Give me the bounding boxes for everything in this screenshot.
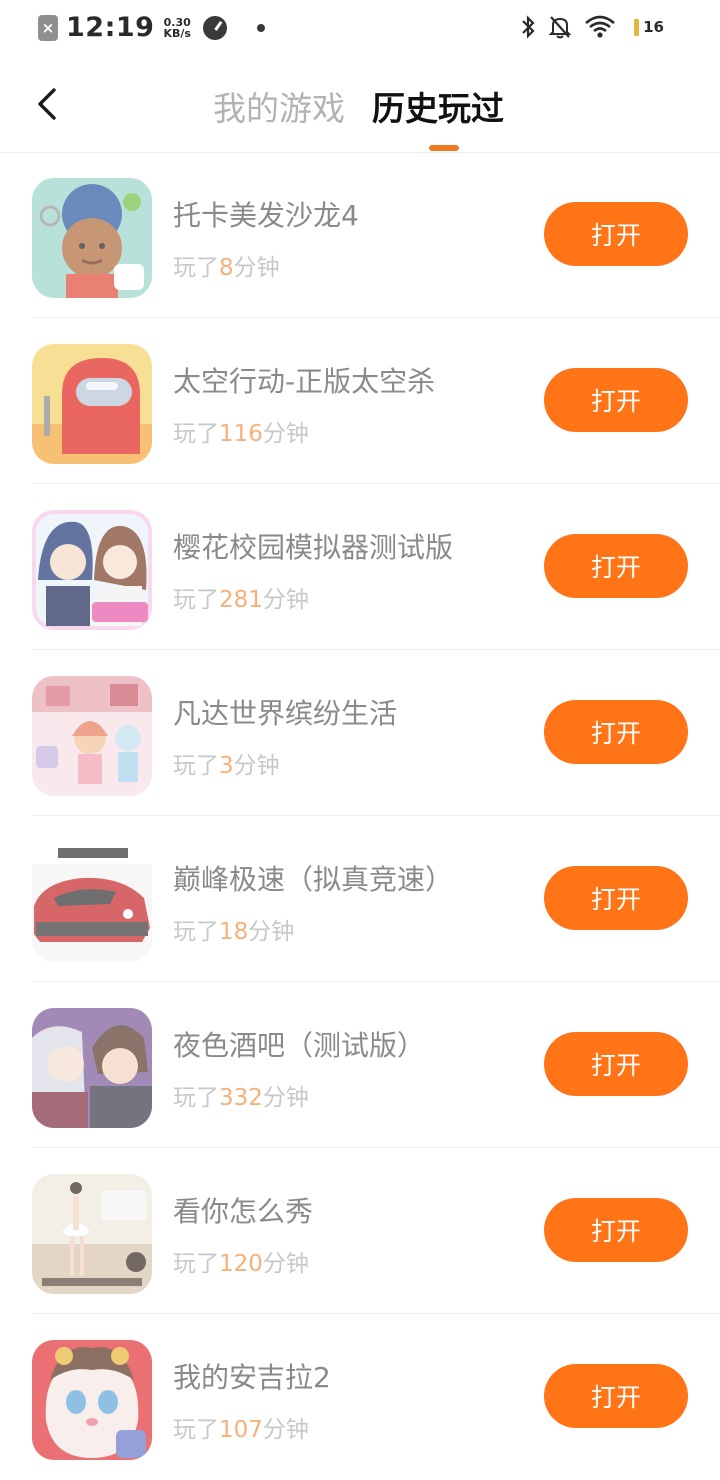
play-time-prefix: 玩了 bbox=[173, 1251, 219, 1277]
open-button[interactable]: 打开 bbox=[544, 368, 688, 432]
game-name: 樱花校园模拟器测试版 bbox=[173, 531, 454, 564]
tab-my-games[interactable]: 我的游戏 bbox=[213, 82, 345, 130]
play-time-prefix: 玩了 bbox=[173, 587, 219, 613]
play-time-prefix: 玩了 bbox=[173, 255, 219, 281]
bluetooth-icon bbox=[522, 15, 535, 39]
play-time-suffix: 分钟 bbox=[248, 919, 295, 945]
play-time: 玩了281分钟 bbox=[173, 580, 309, 614]
game-row-night-bar[interactable]: 夜色酒吧（测试版） 玩了332分钟 打开 bbox=[0, 982, 720, 1148]
game-name: 托卡美发沙龙4 bbox=[173, 199, 359, 232]
tab-history-played[interactable]: 历史玩过 bbox=[372, 82, 504, 130]
game-row-toca-hair-salon[interactable]: 托卡美发沙龙4 玩了8分钟 打开 bbox=[0, 152, 720, 318]
play-time-prefix: 玩了 bbox=[173, 1085, 219, 1111]
play-time-suffix: 分钟 bbox=[262, 1417, 309, 1443]
game-name: 巅峰极速（拟真竞速） bbox=[173, 863, 454, 896]
game-icon-space-action bbox=[32, 344, 152, 464]
play-minutes: 8 bbox=[219, 255, 234, 281]
game-row-space-action[interactable]: 太空行动-正版太空杀 玩了116分钟 打开 bbox=[0, 318, 720, 484]
play-minutes: 3 bbox=[219, 753, 234, 779]
play-time: 玩了18分钟 bbox=[173, 912, 294, 946]
play-minutes: 332 bbox=[219, 1085, 263, 1111]
back-arrow-icon[interactable] bbox=[30, 84, 70, 124]
wifi-icon bbox=[585, 15, 615, 38]
play-time-suffix: 分钟 bbox=[233, 255, 280, 281]
play-time: 玩了3分钟 bbox=[173, 746, 280, 780]
play-time: 玩了107分钟 bbox=[173, 1410, 309, 1444]
game-icon-show-time bbox=[32, 1174, 152, 1294]
gauge-icon bbox=[202, 15, 227, 40]
game-list: 托卡美发沙龙4 玩了8分钟 打开 太空行动-正版太空杀 玩了116分钟 打开 樱… bbox=[0, 152, 720, 1480]
play-time-prefix: 玩了 bbox=[173, 919, 219, 945]
open-button[interactable]: 打开 bbox=[544, 202, 688, 266]
play-time-suffix: 分钟 bbox=[233, 753, 280, 779]
bell-muted-icon bbox=[548, 16, 572, 39]
play-time-suffix: 分钟 bbox=[262, 587, 309, 613]
open-button[interactable]: 打开 bbox=[544, 866, 688, 930]
play-minutes: 107 bbox=[219, 1417, 263, 1443]
play-time: 玩了332分钟 bbox=[173, 1078, 309, 1112]
game-name: 我的安吉拉2 bbox=[173, 1361, 331, 1394]
play-time-prefix: 玩了 bbox=[173, 421, 219, 447]
status-bar: × 12:19 0.30 KB/s 16 bbox=[0, 0, 720, 56]
game-name: 夜色酒吧（测试版） bbox=[173, 1029, 426, 1062]
close-notification-icon: × bbox=[38, 14, 58, 41]
battery-icon bbox=[634, 18, 640, 36]
play-time-prefix: 玩了 bbox=[173, 1417, 219, 1443]
game-icon-night-bar bbox=[32, 1008, 152, 1128]
play-time-prefix: 玩了 bbox=[173, 753, 219, 779]
speed-unit: KB/s bbox=[163, 26, 191, 40]
game-row-sakura-school[interactable]: 樱花校园模拟器测试版 玩了281分钟 打开 bbox=[0, 484, 720, 650]
play-time: 玩了8分钟 bbox=[173, 248, 280, 282]
play-minutes: 116 bbox=[219, 421, 263, 447]
game-row-show-time[interactable]: 看你怎么秀 玩了120分钟 打开 bbox=[0, 1148, 720, 1314]
game-icon-toca-hair-salon bbox=[32, 178, 152, 298]
battery-level: 16 bbox=[643, 18, 664, 36]
game-icon-fanda-world bbox=[32, 676, 152, 796]
status-time: 12:19 bbox=[66, 12, 155, 43]
open-button[interactable]: 打开 bbox=[544, 1364, 688, 1428]
network-speed: 0.30 KB/s bbox=[163, 17, 190, 39]
play-time: 玩了120分钟 bbox=[173, 1244, 309, 1278]
game-name: 凡达世界缤纷生活 bbox=[173, 697, 398, 730]
open-button[interactable]: 打开 bbox=[544, 700, 688, 764]
play-minutes: 281 bbox=[219, 587, 263, 613]
game-row-my-angela-2[interactable]: 我的安吉拉2 玩了107分钟 打开 bbox=[0, 1314, 720, 1480]
game-name: 太空行动-正版太空杀 bbox=[173, 365, 436, 398]
notification-dot-icon bbox=[256, 23, 265, 32]
game-row-peak-speed[interactable]: 巅峰极速（拟真竞速） 玩了18分钟 打开 bbox=[0, 816, 720, 982]
game-icon-sakura-school bbox=[32, 510, 152, 630]
open-button[interactable]: 打开 bbox=[544, 1032, 688, 1096]
game-name: 看你怎么秀 bbox=[173, 1195, 314, 1228]
play-time-suffix: 分钟 bbox=[262, 1085, 309, 1111]
game-icon-my-angela-2 bbox=[32, 1340, 152, 1460]
play-time: 玩了116分钟 bbox=[173, 414, 309, 448]
header: 我的游戏 历史玩过 bbox=[0, 56, 720, 153]
play-time-suffix: 分钟 bbox=[262, 1251, 309, 1277]
play-minutes: 18 bbox=[219, 919, 249, 945]
play-minutes: 120 bbox=[219, 1251, 263, 1277]
open-button[interactable]: 打开 bbox=[544, 534, 688, 598]
speed-value: 0.30 bbox=[163, 15, 191, 29]
active-tab-indicator bbox=[429, 145, 459, 151]
game-row-fanda-world[interactable]: 凡达世界缤纷生活 玩了3分钟 打开 bbox=[0, 650, 720, 816]
game-icon-peak-speed bbox=[32, 842, 152, 962]
open-button[interactable]: 打开 bbox=[544, 1198, 688, 1262]
play-time-suffix: 分钟 bbox=[262, 421, 309, 447]
